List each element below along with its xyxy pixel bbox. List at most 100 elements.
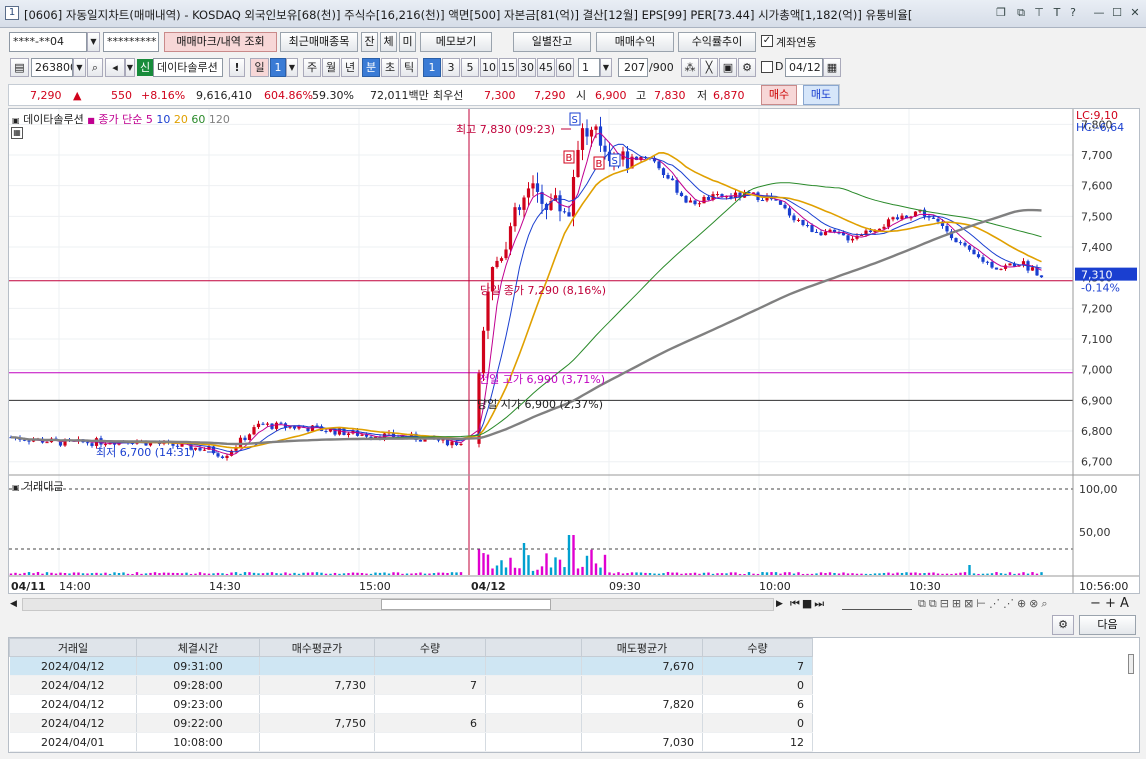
minute-3-button[interactable]: 3	[442, 58, 460, 77]
minute-1-button[interactable]: 1	[423, 58, 441, 77]
d-checkbox[interactable]	[761, 61, 773, 73]
table-cell	[374, 694, 486, 714]
period-dropdown-icon[interactable]: ▼	[286, 58, 298, 77]
drawing-tools-icons[interactable]: ⧉⧉⊟⊞⊠⊢⋰⋰⊕⊗⌕	[918, 597, 1051, 611]
table-row[interactable]: 2024/04/12 09:22:00 7,750 6 0	[9, 713, 813, 733]
search-icon[interactable]: ⌕	[87, 58, 103, 77]
close-icon[interactable]: ✕	[1128, 6, 1142, 20]
candle-body	[360, 434, 364, 436]
candle-body	[945, 225, 949, 232]
stock-name-field[interactable]: 데이타솔루션	[153, 58, 223, 77]
period-value[interactable]: 1	[270, 58, 286, 77]
table-scrollbar[interactable]	[1128, 654, 1134, 674]
restore-icon[interactable]: ❐	[994, 6, 1008, 20]
volume-bar	[99, 573, 103, 575]
minute-30-button[interactable]: 30	[518, 58, 536, 77]
scroll-right-icon[interactable]: ▶	[776, 599, 783, 609]
scroll-thumb[interactable]	[381, 599, 551, 610]
font-icon[interactable]: T	[1050, 6, 1064, 20]
account-dropdown-icon[interactable]: ▼	[87, 32, 100, 52]
table-row[interactable]: 2024/04/12 09:28:00 7,730 7 0	[9, 675, 813, 695]
window-copy-icon[interactable]: ⧉	[1014, 6, 1028, 20]
candle-body	[688, 200, 693, 203]
volume-bar	[977, 573, 980, 575]
scroll-left-icon[interactable]: ◀	[10, 599, 17, 609]
buy-button[interactable]: 매수	[761, 85, 797, 105]
trade-profit-button[interactable]: 매매수익	[596, 32, 674, 52]
chart-settings-icon[interactable]: ▤	[10, 58, 29, 77]
date-input[interactable]: 04/12	[785, 58, 823, 77]
zoom-slider[interactable]	[842, 598, 912, 610]
candle-body	[265, 423, 270, 425]
maximize-icon[interactable]: ☐	[1110, 6, 1124, 20]
memo-button[interactable]: 메모보기	[420, 32, 492, 52]
volume-bar	[941, 573, 944, 575]
alert-icon[interactable]: !	[229, 58, 245, 77]
unit-dropdown-icon[interactable]: ▼	[600, 58, 612, 77]
help-icon[interactable]: ?	[1066, 6, 1080, 20]
next-button[interactable]: 다음	[1079, 615, 1136, 635]
period-tick-button[interactable]: 틱	[400, 58, 418, 77]
pin-icon[interactable]: ⊤	[1032, 6, 1046, 20]
line-tool-icon[interactable]: ╳	[700, 58, 718, 77]
unit-input[interactable]: 1	[578, 58, 600, 77]
sound-dropdown-icon[interactable]: ▼	[125, 58, 135, 77]
daily-balance-button[interactable]: 일별잔고	[513, 32, 591, 52]
period-second-button[interactable]: 초	[381, 58, 399, 77]
recent-trades-button[interactable]: 최근매매종목	[280, 32, 358, 52]
minute-15-button[interactable]: 15	[499, 58, 517, 77]
chart-panel[interactable]: 7,8007,7007,6007,5007,4007,3007,2007,100…	[8, 108, 1140, 594]
stock-code-input[interactable]: 263800	[31, 58, 73, 77]
unexecuted-button[interactable]: 미	[399, 32, 416, 52]
code-dropdown-icon[interactable]: ▼	[73, 58, 86, 77]
today-close-annotation: 당일 종가 7,290 (8,16%)	[480, 283, 606, 297]
balance-button[interactable]: 잔	[361, 32, 378, 52]
playback-controls[interactable]: ⏮■⏭	[790, 597, 826, 611]
table-row[interactable]: 2024/04/01 10:08:00 7,030 12	[9, 732, 813, 752]
minimize-icon[interactable]: —	[1092, 6, 1106, 20]
count-input[interactable]: 207	[618, 58, 648, 77]
volume-bar	[851, 573, 854, 575]
volume-bar	[725, 573, 728, 575]
gear-icon[interactable]: ⚙	[738, 58, 756, 77]
period-day-button[interactable]: 일	[250, 58, 269, 77]
volume-bar	[306, 572, 310, 575]
table-row[interactable]: 2024/04/12 09:31:00 7,670 7	[9, 656, 813, 676]
account-input[interactable]: ****-**04	[9, 32, 87, 52]
volume-bar	[1026, 573, 1030, 575]
date-axis-label: 04/12	[471, 580, 506, 593]
col-trade-date: 거래일	[9, 638, 137, 657]
sell-button[interactable]: 매도	[803, 85, 839, 105]
volume-bar	[446, 572, 449, 575]
zoom-buttons[interactable]: − + A	[1090, 596, 1129, 611]
period-minute-button[interactable]: 분	[362, 58, 380, 77]
table-settings-icon[interactable]: ⚙	[1052, 615, 1074, 635]
return-trend-button[interactable]: 수익률추이	[678, 32, 756, 52]
table-row[interactable]: 2024/04/12 09:23:00 7,820 6	[9, 694, 813, 714]
minute-10-button[interactable]: 10	[480, 58, 498, 77]
grid-toggle-icon[interactable]: ▦	[11, 127, 23, 139]
calendar-icon[interactable]: ▦	[823, 58, 841, 77]
period-week-button[interactable]: 주	[303, 58, 321, 77]
time-axis-label: 10:00	[759, 580, 791, 593]
minute-45-button[interactable]: 45	[537, 58, 555, 77]
minute-60-button[interactable]: 60	[556, 58, 574, 77]
volume-bar	[914, 572, 917, 575]
trade-mark-query-button[interactable]: 매매마크/내역 조회	[164, 32, 277, 52]
volume-bar	[234, 572, 238, 575]
save-icon[interactable]: ▣	[719, 58, 737, 77]
credit-badge: 신	[137, 59, 153, 76]
table-cell: 6	[702, 694, 813, 714]
account-link-checkbox[interactable]: ✓	[761, 35, 773, 47]
price-chart[interactable]: 7,8007,7007,6007,5007,4007,3007,2007,100…	[9, 109, 1139, 593]
sound-icon[interactable]: ◂	[105, 58, 125, 77]
volume-axis-label: 100,00	[1079, 483, 1118, 496]
executed-button[interactable]: 체	[380, 32, 397, 52]
chart-scrollbar[interactable]	[22, 598, 774, 611]
period-year-button[interactable]: 년	[341, 58, 359, 77]
period-month-button[interactable]: 월	[322, 58, 340, 77]
candle-tool-icon[interactable]: ⁂	[681, 58, 699, 77]
volume-bar	[887, 572, 890, 575]
minute-5-button[interactable]: 5	[461, 58, 479, 77]
password-input[interactable]: *********	[103, 32, 159, 52]
